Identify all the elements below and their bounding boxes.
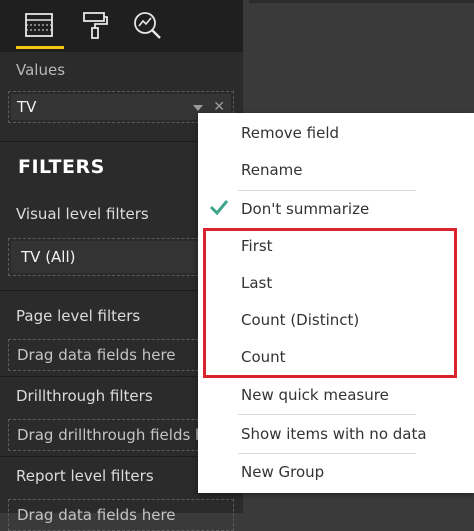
- highlight-box: [203, 228, 457, 378]
- filters-heading: FILTERS: [18, 156, 105, 178]
- menu-separator: [238, 453, 416, 454]
- checkmark-icon: [209, 200, 229, 216]
- menu-separator: [238, 190, 416, 191]
- values-field-name: TV: [17, 98, 37, 116]
- chevron-down-icon[interactable]: [193, 105, 203, 111]
- report-level-filters-label: Report level filters: [16, 467, 154, 485]
- menu-item-show-items-no-data[interactable]: Show items with no data: [241, 425, 427, 443]
- report-filters-drop-zone[interactable]: Drag data fields here: [8, 499, 234, 531]
- fields-table-icon[interactable]: [22, 8, 56, 42]
- active-tab-indicator: [16, 46, 64, 49]
- close-icon[interactable]: ✕: [213, 100, 225, 114]
- fields-table-icon-graphic: [25, 13, 53, 37]
- canvas-top-border: [249, 0, 474, 3]
- page-level-filters-label: Page level filters: [16, 307, 141, 325]
- format-paint-roller-icon[interactable]: [78, 8, 112, 42]
- menu-item-remove-field[interactable]: Remove field: [241, 124, 339, 142]
- values-label: Values: [16, 61, 66, 79]
- pane-tab-bar: [0, 0, 243, 52]
- menu-item-rename[interactable]: Rename: [241, 161, 303, 179]
- visual-level-filters-label: Visual level filters: [16, 205, 149, 223]
- menu-separator: [238, 414, 416, 415]
- menu-item-dont-summarize[interactable]: Don't summarize: [241, 200, 369, 218]
- analytics-magnifier-icon[interactable]: [130, 8, 164, 42]
- menu-item-new-quick-measure[interactable]: New quick measure: [241, 386, 389, 404]
- paint-roller-graphic: [83, 12, 108, 39]
- analytics-graphic: [134, 12, 161, 39]
- drillthrough-filters-label: Drillthrough filters: [16, 387, 153, 405]
- menu-item-new-group[interactable]: New Group: [241, 463, 324, 481]
